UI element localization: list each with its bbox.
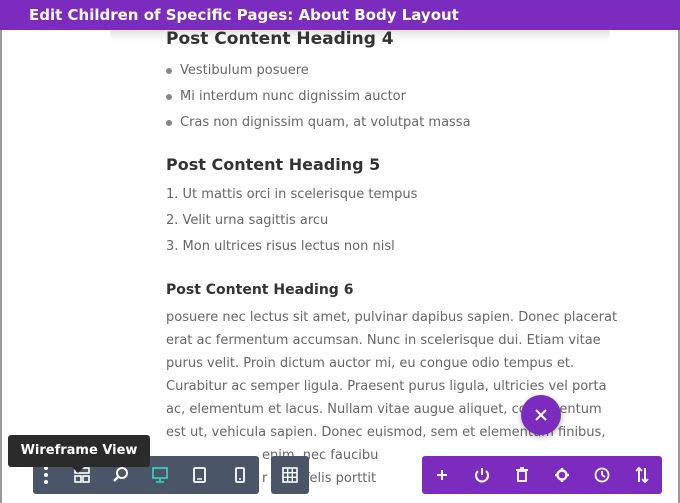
history-button[interactable] — [583, 456, 621, 494]
phone-icon — [235, 467, 245, 483]
bullet-item: Mi interdum nunc dignissim auctor — [166, 84, 626, 110]
bullet-text: Vestibulum posuere — [180, 63, 309, 78]
bullet-text: Mi interdum nunc dignissim auctor — [180, 89, 406, 104]
trash-icon — [516, 467, 528, 482]
bullet-item: Vestibulum posuere — [166, 58, 626, 84]
tablet-icon — [193, 467, 206, 483]
bullet-icon — [166, 67, 172, 74]
page-actions-toolbar — [422, 456, 662, 494]
ordered-item: 3. Mon ultrices risus lectus non nisl — [166, 239, 395, 254]
bullet-item: Cras non dignissim quam, at volutpat mas… — [166, 110, 626, 136]
grid-icon — [282, 467, 298, 483]
delete-button[interactable] — [503, 456, 541, 494]
wireframe-view-tooltip: Wireframe View — [8, 435, 150, 467]
paragraph-line: posuere nec lectus sit amet, pulvinar da… — [166, 310, 618, 325]
close-icon — [535, 409, 547, 421]
post-heading-6: Post Content Heading 6 — [166, 282, 354, 298]
portability-button[interactable] — [463, 456, 501, 494]
bullet-text: Cras non dignissim quam, at volutpat mas… — [180, 115, 471, 130]
sort-icon — [635, 466, 649, 484]
paragraph-line: erat ac fermentum accumsan. Nunc in scel… — [166, 333, 601, 348]
add-button[interactable] — [423, 456, 461, 494]
ordered-item: 2. Velit urna sagittis arcu — [166, 213, 329, 228]
bullet-icon — [166, 119, 172, 126]
ordered-item: 1. Ut mattis orci in scelerisque tempus — [166, 187, 418, 202]
tooltip-arrow — [72, 467, 84, 473]
post-heading-4: Post Content Heading 4 — [166, 29, 394, 49]
settings-icon — [555, 468, 569, 482]
paragraph-line: purus velit. Proin dictum auctor mi, eu … — [166, 356, 575, 371]
power-icon — [475, 468, 489, 483]
frame-left-border — [0, 0, 2, 503]
phone-view-button[interactable] — [221, 456, 259, 494]
tablet-view-button[interactable] — [181, 456, 219, 494]
grid-view-button[interactable] — [271, 456, 309, 494]
page-title: Edit Children of Specific Pages: About B… — [0, 0, 680, 30]
add-icon — [437, 470, 447, 480]
sort-button[interactable] — [623, 456, 661, 494]
history-icon — [594, 467, 610, 483]
close-modules-button[interactable] — [521, 395, 561, 435]
settings-button[interactable] — [543, 456, 581, 494]
bullet-icon — [166, 93, 172, 100]
post-heading-5: Post Content Heading 5 — [166, 155, 381, 174]
